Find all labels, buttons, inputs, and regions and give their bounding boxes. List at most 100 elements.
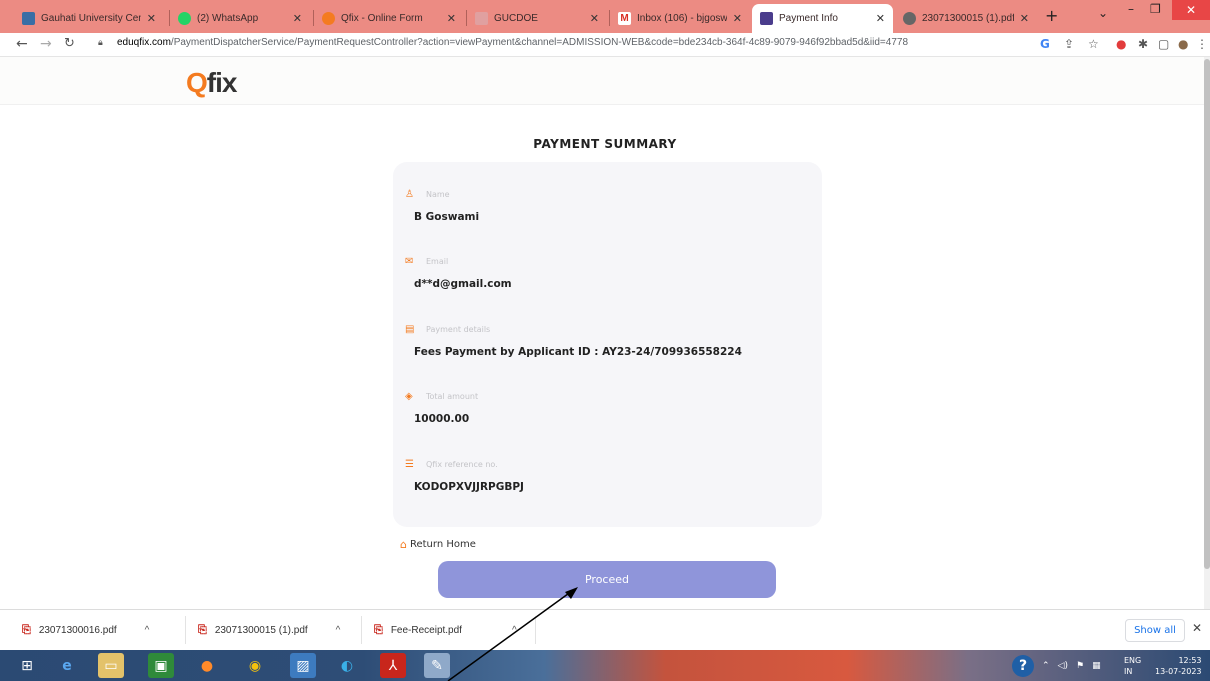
proceed-button[interactable]: Proceed	[438, 561, 776, 598]
lock-icon[interactable]: 🔒︎	[98, 38, 103, 48]
clock-date: 13-07-2023	[1155, 667, 1202, 676]
internet-explorer-icon[interactable]: e	[54, 653, 80, 678]
url-path: /PaymentDispatcherService/PaymentRequest…	[170, 37, 909, 48]
extension-red-icon[interactable]: ●	[1116, 37, 1126, 51]
reference-value: KODOPXVJJRPGBPJ	[414, 481, 524, 493]
photos-icon[interactable]: ▨	[290, 653, 316, 678]
logo-q: Q	[186, 67, 208, 98]
payment-summary-card: ♙ Name B Goswami ✉ Email d**d@gmail.com …	[393, 162, 822, 527]
downloads-bar: ⎘ 23071300016.pdf ^ ⎘ 23071300015 (1).pd…	[0, 609, 1210, 650]
return-home-label: Return Home	[409, 539, 476, 550]
share-icon[interactable]: ⇪	[1064, 37, 1074, 51]
avatar[interactable]: ●	[1178, 37, 1188, 51]
region-code: IN	[1124, 667, 1133, 676]
system-tray: ? ⌃ ◁) ⚑ ▦	[1012, 654, 1101, 678]
download-item[interactable]: ⎘ 23071300016.pdf ^	[22, 620, 149, 640]
file-explorer-icon[interactable]: ▭	[98, 653, 124, 678]
email-value: d**d@gmail.com	[414, 278, 512, 290]
chevron-up-icon[interactable]: ^	[145, 625, 150, 636]
return-home-link[interactable]: ⌂ Return Home	[400, 538, 476, 551]
back-arrow-icon[interactable]: ←	[16, 36, 28, 52]
url-host: eduqfix.com	[117, 37, 171, 48]
google-icon[interactable]: G	[1040, 37, 1050, 51]
total-amount-label: Total amount	[426, 392, 479, 401]
close-tab-icon[interactable]: ✕	[293, 12, 302, 25]
payment-favicon-icon	[760, 12, 773, 25]
page-scrollbar[interactable]	[1204, 57, 1210, 609]
help-icon[interactable]: ?	[1012, 655, 1034, 677]
close-downloads-icon[interactable]: ✕	[1192, 621, 1202, 635]
qfix-favicon-icon	[322, 12, 335, 25]
tab-gmail-inbox[interactable]: M Inbox (106) - bjgoswami ✕	[610, 4, 750, 33]
tab-payment-info[interactable]: Payment Info ✕	[752, 4, 893, 33]
download-filename: 23071300016.pdf	[38, 624, 117, 636]
tab-gucdoe[interactable]: GUCDOE ✕	[467, 4, 607, 33]
store-icon[interactable]: ▣	[148, 653, 174, 678]
gu-favicon-icon	[22, 12, 35, 25]
network-icon[interactable]: ⚑	[1076, 661, 1084, 671]
email-label: Email	[426, 257, 449, 266]
edge-icon[interactable]: ◐	[334, 653, 360, 678]
new-tab-plus-icon[interactable]: +	[1045, 6, 1058, 25]
restore-icon[interactable]: ❐	[1150, 2, 1161, 16]
chrome-icon[interactable]: ◉	[242, 653, 268, 678]
download-item[interactable]: ⎘ Fee-Receipt.pdf ^	[374, 620, 517, 640]
page-content: Qfix PAYMENT SUMMARY ♙ Name B Goswami ✉ …	[0, 57, 1210, 609]
close-tab-icon[interactable]: ✕	[1020, 12, 1029, 25]
bookmark-star-icon[interactable]: ☆	[1088, 37, 1099, 51]
language-indicator[interactable]: ENG IN	[1124, 655, 1141, 677]
forward-arrow-icon[interactable]: →	[40, 36, 52, 52]
close-tab-icon[interactable]: ✕	[590, 12, 599, 25]
close-tab-icon[interactable]: ✕	[876, 12, 885, 25]
windows-start-icon[interactable]: ⊞	[14, 653, 40, 678]
chevron-up-icon[interactable]: ^	[336, 625, 341, 636]
home-icon: ⌂	[400, 538, 407, 551]
total-amount-value: 10000.00	[414, 413, 470, 425]
keyboard-icon[interactable]: ▦	[1092, 661, 1101, 671]
reload-icon[interactable]: ↻	[64, 36, 75, 51]
scrollbar-thumb[interactable]	[1204, 59, 1210, 569]
acrobat-icon[interactable]: ⅄	[380, 653, 406, 678]
tab-search-chevron-icon[interactable]: ⌄	[1098, 6, 1108, 20]
tab-title: (2) WhatsApp	[197, 13, 259, 24]
close-tab-icon[interactable]: ✕	[447, 12, 456, 25]
qfix-logo[interactable]: Qfix	[186, 67, 237, 99]
tab-whatsapp[interactable]: (2) WhatsApp ✕	[170, 4, 310, 33]
browser-tab-strip: Gauhati University Centr ✕ (2) WhatsApp …	[0, 0, 1210, 33]
tab-qfix-online-form[interactable]: Qfix - Online Form ✕	[314, 4, 464, 33]
gmail-favicon-icon: M	[618, 12, 631, 25]
show-all-button[interactable]: Show all	[1125, 619, 1185, 642]
download-item[interactable]: ⎘ 23071300015 (1).pdf ^	[198, 620, 340, 640]
pdf-icon: ⎘	[374, 623, 383, 636]
reference-icon: ☰	[405, 459, 414, 470]
coins-icon: ◈	[405, 391, 413, 402]
tab-pdf[interactable]: 23071300015 (1).pdf ✕	[895, 4, 1037, 33]
menu-kebab-icon[interactable]: ⋮	[1196, 37, 1208, 51]
reference-label: Qfix reference no.	[426, 460, 498, 469]
close-tab-icon[interactable]: ✕	[147, 12, 156, 25]
tab-title: GUCDOE	[494, 13, 538, 24]
tab-title: Payment Info	[779, 13, 838, 24]
tray-chevron-icon[interactable]: ⌃	[1042, 661, 1050, 671]
tab-title: Gauhati University Centr	[41, 13, 141, 24]
window-close-icon[interactable]: ✕	[1172, 0, 1210, 20]
minimize-icon[interactable]: –	[1128, 2, 1134, 16]
address-bar[interactable]: eduqfix.com/PaymentDispatcherService/Pay…	[117, 37, 908, 48]
tab-title: 23071300015 (1).pdf	[922, 13, 1014, 24]
extensions-puzzle-icon[interactable]: ✱	[1138, 37, 1148, 51]
side-panel-icon[interactable]: ▢	[1158, 37, 1169, 51]
clock[interactable]: 12:53 13-07-2023	[1155, 655, 1202, 677]
firefox-icon[interactable]: ●	[194, 653, 220, 678]
pdf-icon: ⎘	[22, 623, 31, 636]
user-icon: ♙	[405, 189, 414, 200]
chevron-up-icon[interactable]: ^	[512, 625, 517, 636]
close-tab-icon[interactable]: ✕	[733, 12, 742, 25]
whatsapp-favicon-icon	[178, 12, 191, 25]
tab-gauhati-university[interactable]: Gauhati University Centr ✕	[14, 4, 164, 33]
name-label: Name	[426, 190, 450, 199]
tab-title: Qfix - Online Form	[341, 13, 423, 24]
download-filename: 23071300015 (1).pdf	[214, 624, 308, 636]
paint-icon[interactable]: ✎	[424, 653, 450, 678]
volume-icon[interactable]: ◁)	[1058, 661, 1068, 671]
globe-favicon-icon	[903, 12, 916, 25]
